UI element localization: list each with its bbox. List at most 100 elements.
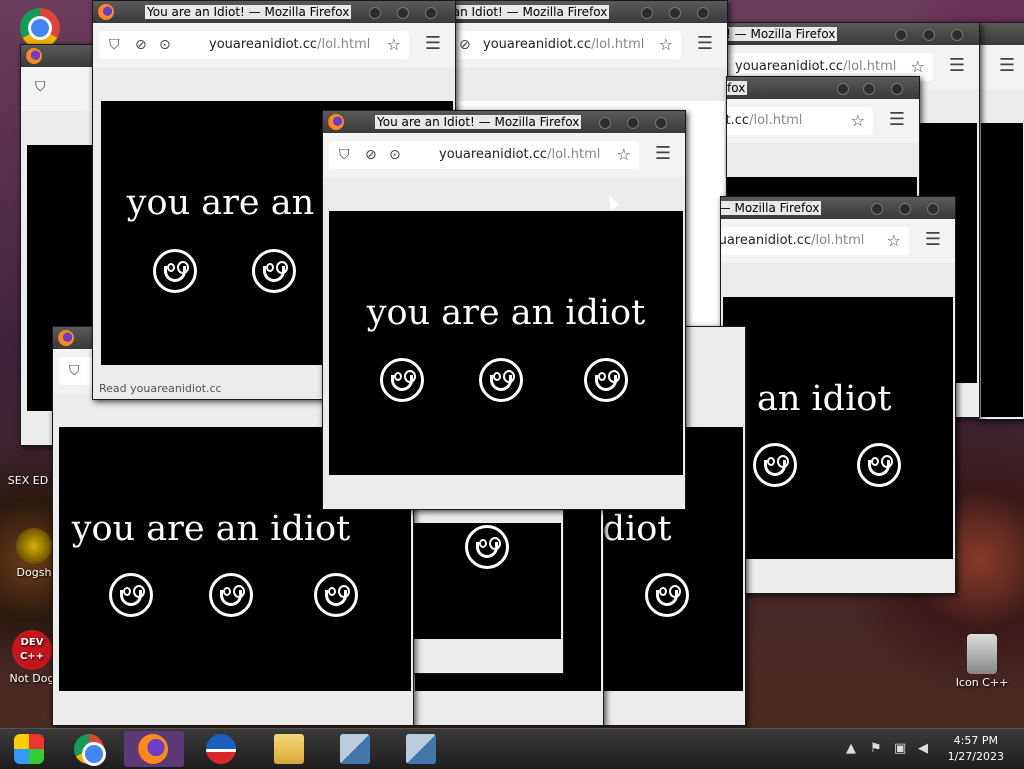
flag-icon[interactable]: ⚑ <box>870 741 882 756</box>
menu-icon[interactable]: ☰ <box>925 229 941 250</box>
desktop-icon-recycle-bin[interactable]: Icon C++ <box>950 634 1014 689</box>
url-path: /lol.html <box>843 59 897 74</box>
close-button[interactable] <box>655 117 667 129</box>
menu-icon[interactable]: ☰ <box>949 55 965 76</box>
firefox-icon <box>98 4 114 20</box>
smiley-icon <box>753 443 797 487</box>
network-icon[interactable]: ▣ <box>894 741 906 756</box>
maximize-button[interactable] <box>923 29 935 41</box>
window-titlebar[interactable]: You are an Idiot! — Mozilla Firefox <box>455 1 727 23</box>
close-button[interactable] <box>927 203 939 215</box>
bookmark-star-icon[interactable]: ☆ <box>887 231 901 250</box>
nav-toolbar: youareanidiot.cc/lol.html ☆ ☰ <box>727 99 919 143</box>
clock-time: 4:57 PM <box>953 734 998 747</box>
window-titlebar[interactable]: You are an Idiot! — Mozilla Firefox <box>93 1 455 23</box>
taskbar-obama[interactable] <box>192 731 252 767</box>
page-content: you are an idiot <box>329 211 683 475</box>
url-domain: youareanidiot.cc <box>439 147 548 162</box>
devcpp-icon-text-cpp: C++ <box>19 651 45 662</box>
url-path: /lol.html <box>591 37 645 52</box>
firefox-icon <box>138 734 168 764</box>
close-button[interactable] <box>697 7 709 19</box>
url-bar[interactable]: youareanidiot.cc/lol.html ☆ <box>727 107 873 135</box>
menu-icon[interactable]: ☰ <box>425 33 441 54</box>
volume-icon[interactable]: ◀ <box>918 741 928 756</box>
window-titlebar[interactable]: You are an Idiot! — Mozilla Firefox <box>323 111 685 133</box>
taskbar-media-center[interactable] <box>0 731 60 767</box>
menu-icon[interactable]: ☰ <box>655 143 671 164</box>
shield-icon: ⛉ <box>69 363 80 379</box>
url-domain: youareanidiot.cc <box>720 233 812 248</box>
close-button[interactable] <box>425 7 437 19</box>
url-path: /lol.html <box>547 147 601 162</box>
yellow-logo-icon <box>16 528 52 564</box>
minimize-button[interactable] <box>641 7 653 19</box>
maximize-button[interactable] <box>669 7 681 19</box>
menu-icon[interactable]: ☰ <box>697 33 713 54</box>
smiley-icon <box>209 573 253 617</box>
window-titlebar[interactable]: You are an Idiot! — Mozilla Firefox <box>721 197 955 219</box>
maximize-button[interactable] <box>397 7 409 19</box>
url-bar[interactable]: ⊘ youareanidiot.cc/lol.html ☆ <box>455 31 681 59</box>
smiley-icon <box>465 525 509 569</box>
smiley-icon <box>314 573 358 617</box>
url-domain: youareanidiot.cc <box>209 37 318 52</box>
taskbar-file-explorer[interactable] <box>260 731 320 767</box>
tracking-protection-icon: ⊙ <box>159 37 171 53</box>
window-title: You are an Idiot! — Mozilla Firefox <box>455 5 610 19</box>
maximize-button[interactable] <box>627 117 639 129</box>
bookmark-star-icon[interactable]: ☆ <box>911 57 925 76</box>
maximize-button[interactable] <box>899 203 911 215</box>
taskbar-firefox[interactable] <box>124 731 184 767</box>
clock-date: 1/27/2023 <box>947 750 1004 763</box>
desktop-icon-sex-ed[interactable]: SEX ED <box>0 474 56 487</box>
taskbar-chrome[interactable] <box>60 731 120 767</box>
menu-icon[interactable]: ☰ <box>999 55 1015 76</box>
url-bar[interactable]: ⛉ ⊘ ⊙ youareanidiot.cc/lol.html ☆ <box>99 31 409 59</box>
bookmark-star-icon[interactable]: ☆ <box>387 35 401 54</box>
url-text: youareanidiot.cc/lol.html <box>439 147 600 162</box>
window-titlebar[interactable] <box>979 23 1024 45</box>
window-title: You are an Idiot! — Mozilla Firefox <box>145 5 352 19</box>
status-text: Read youareanidiot.cc <box>99 382 222 395</box>
taskbar-setup-2[interactable] <box>392 731 452 767</box>
bookmark-star-icon[interactable]: ☆ <box>617 145 631 164</box>
close-button[interactable] <box>951 29 963 41</box>
taskbar-setup-1[interactable] <box>326 731 386 767</box>
minimize-button[interactable] <box>599 117 611 129</box>
browser-window[interactable]: You are an Idiot! — Mozilla Firefox youa… <box>726 76 920 198</box>
desktop-icon-label: Not Dog <box>9 672 55 685</box>
chrome-icon <box>20 8 60 48</box>
recycle-bin-icon <box>967 634 997 674</box>
show-hidden-icons-icon[interactable]: ▲ <box>846 741 856 756</box>
menu-icon[interactable]: ☰ <box>889 109 905 130</box>
minimize-button[interactable] <box>837 83 849 95</box>
idiot-message: you are an idiot <box>366 293 646 333</box>
page-content <box>413 523 561 639</box>
browser-window[interactable]: ☰ <box>978 22 1024 420</box>
nav-toolbar: ⛉ ⊘ ⊙ youareanidiot.cc/lol.html ☆ ☰ <box>93 23 455 67</box>
minimize-button[interactable] <box>871 203 883 215</box>
tracking-protection-icon: ⊘ <box>459 37 471 53</box>
window-titlebar[interactable]: You are an Idiot! — Mozilla Firefox <box>727 77 919 99</box>
browser-window[interactable] <box>412 506 564 674</box>
smiley-icon <box>479 358 523 402</box>
minimize-button[interactable] <box>895 29 907 41</box>
maximize-button[interactable] <box>863 83 875 95</box>
taskbar: ▲ ⚑ ▣ ◀ 4:57 PM 1/27/2023 <box>0 728 1024 769</box>
window-titlebar[interactable]: You are an Idiot! — Mozilla Firefox <box>727 23 979 45</box>
bookmark-star-icon[interactable]: ☆ <box>851 111 865 130</box>
close-button[interactable] <box>891 83 903 95</box>
desktop-icon-label: Dogsh <box>16 566 52 579</box>
url-text: youareanidiot.cc/lol.html <box>735 59 896 74</box>
bookmark-star-icon[interactable]: ☆ <box>659 35 673 54</box>
idiot-message: you are an idiot <box>71 509 351 549</box>
url-bar[interactable]: youareanidiot.cc/lol.html ☆ <box>721 227 909 255</box>
clock[interactable]: 4:57 PM 1/27/2023 <box>948 733 1004 765</box>
smiley-icon <box>857 443 901 487</box>
url-bar[interactable]: ⛉ ⊘ ⊙ youareanidiot.cc/lol.html ☆ <box>329 141 639 169</box>
minimize-button[interactable] <box>369 7 381 19</box>
browser-window-front[interactable]: You are an Idiot! — Mozilla Firefox ⛉ ⊘ … <box>322 110 686 510</box>
browser-window[interactable]: You are an Idiot! — Mozilla Firefox youa… <box>720 196 956 594</box>
devcpp-icon: DEV C++ <box>12 630 52 670</box>
